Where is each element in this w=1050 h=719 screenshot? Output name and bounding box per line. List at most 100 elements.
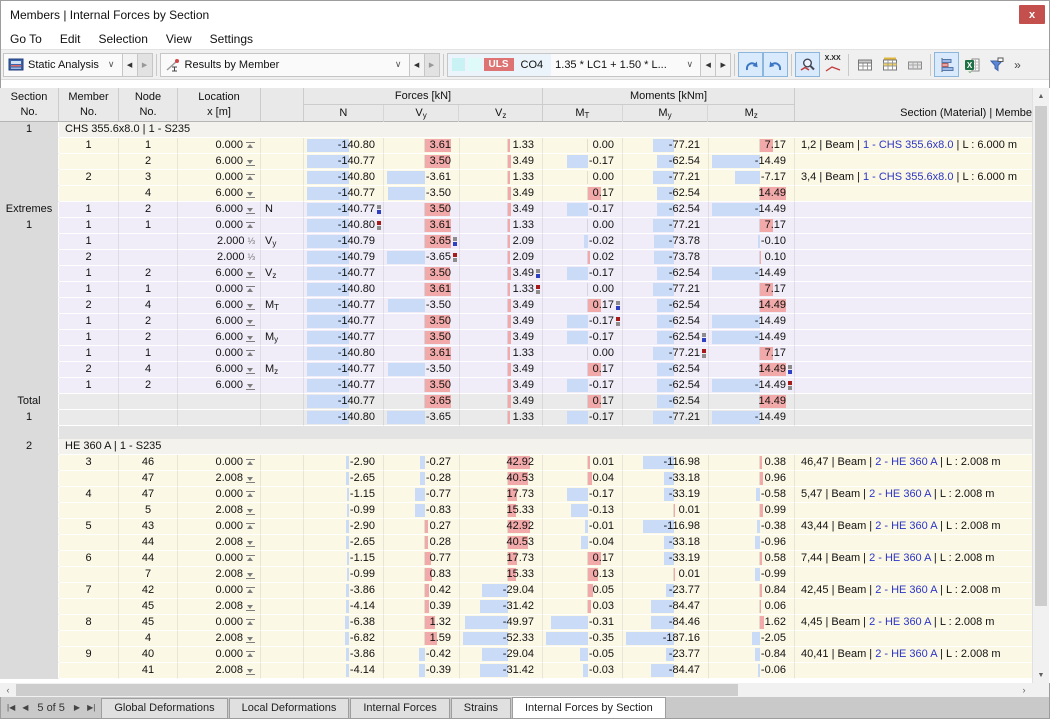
vertical-scroll-thumb[interactable] — [1035, 106, 1047, 606]
table-row[interactable]: 1 2 6.000 -140.77 3.50 3.49 -0.17 -62.54 -14.49 — [0, 378, 1032, 394]
section-no-cell — [0, 615, 59, 631]
value-cell: -2.90 — [304, 519, 384, 535]
table-row[interactable]: 9 40 0.000 -3.86 -0.42 -29.04 -0.05 -23.77 -0.84… — [0, 647, 1032, 663]
tab-internal-forces[interactable]: Internal Forces — [350, 698, 450, 718]
table-highlight-icon — [882, 57, 897, 70]
table-row[interactable]: 2 2.000 ⅓ -140.79 -3.65 2.09 0.02 -73.78 0.10 — [0, 250, 1032, 266]
table-row[interactable]: 7 2.008 -0.99 0.83 15.33 0.13 0.01 -0.99 — [0, 567, 1032, 583]
jump-previous-object-button[interactable] — [738, 52, 764, 77]
table-row[interactable]: 1 2 6.000 Vz -140.77 3.50 3.49 -0.17 -62.54 -14.4… — [0, 266, 1032, 282]
member-no-cell — [59, 186, 119, 202]
member-no-cell — [59, 410, 119, 426]
table-filter-rows-button[interactable] — [877, 52, 902, 77]
combo-next-button[interactable]: ▶ — [716, 52, 732, 77]
table-row[interactable]: 1 1 0.000 -140.80 3.61 1.33 0.00 -77.21 7.17 — [0, 346, 1032, 362]
table-row[interactable]: 1 2.000 ⅓ Vy -140.79 3.65 2.09 -0.02 -73.78 -0.10 — [0, 234, 1032, 250]
menu-view[interactable]: View — [157, 30, 201, 48]
table-row[interactable]: 5 43 0.000 -2.90 0.27 42.92 -0.01 -116.98 -0.38 4… — [0, 519, 1032, 535]
value-cell: 42.92 — [460, 519, 543, 535]
table-row[interactable]: Total -140.77 3.65 3.49 0.17 -62.54 14.49 — [0, 394, 1032, 410]
table-row[interactable]: 6 44 0.000 -1.15 0.77 17.73 0.17 -33.19 0.58 7,44… — [0, 551, 1032, 567]
table-row[interactable]: 45 2.008 -4.14 0.39 -31.42 0.03 -84.47 0.06 — [0, 599, 1032, 615]
table-row[interactable]: 1 2 6.000 -140.77 3.50 3.49 -0.17 -62.54 -14.49 — [0, 314, 1032, 330]
filter-button[interactable] — [984, 52, 1009, 77]
table-row[interactable]: 1 1 0.000 -140.80 3.61 1.33 0.00 -77.21 7.17 1,2 … — [0, 138, 1032, 154]
value-cell: 0.99 — [709, 503, 795, 519]
table-row[interactable]: 44 2.008 -2.65 0.28 40.53 -0.04 -33.18 -0.96 — [0, 535, 1032, 551]
results-dropdown[interactable]: Results by Member ∨ — [159, 52, 410, 77]
member-start-icon — [246, 553, 255, 564]
table-group-row[interactable]: 2 HE 360 A | 1 - S235 — [0, 439, 1032, 455]
menu-edit[interactable]: Edit — [51, 30, 90, 48]
jump-next-object-button[interactable] — [763, 52, 789, 77]
curved-arrow-right-icon — [769, 61, 781, 70]
location-cell: 2.008 — [178, 535, 261, 551]
result-diagram-button[interactable] — [934, 52, 960, 77]
table-row[interactable]: 8 45 0.000 -6.38 1.32 -49.97 -0.31 -84.46 1.62 4,… — [0, 615, 1032, 631]
table-row[interactable]: 2 4 6.000 MT -140.77 -3.50 3.49 0.17 -62.54 14.49 — [0, 298, 1032, 314]
table-row[interactable]: 5 2.008 -0.99 -0.83 15.33 -0.13 0.01 0.99 — [0, 503, 1032, 519]
menu-go-to[interactable]: Go To — [1, 30, 51, 48]
table-row[interactable]: 4 2.008 -6.82 1.59 -52.33 -0.35 -187.16 -2.05 — [0, 631, 1032, 647]
horizontal-scroll-thumb[interactable] — [16, 684, 738, 696]
table-row[interactable]: 1 1 0.000 -140.80 3.61 1.33 0.00 -77.21 7.17 — [0, 282, 1032, 298]
table-row[interactable]: 7 42 0.000 -3.86 0.42 -29.04 0.05 -23.77 0.84 42,… — [0, 583, 1032, 599]
close-button[interactable]: x — [1019, 5, 1045, 24]
first-table-button[interactable]: |◀ — [7, 703, 15, 712]
value-cell: -2.65 — [304, 535, 384, 551]
table-row[interactable]: 1 -140.80 -3.65 1.33 -0.17 -77.21 -14.49 — [0, 410, 1032, 426]
prev-table-button[interactable]: ◀ — [22, 703, 28, 712]
table-row[interactable]: 4 6.000 -140.77 -3.50 3.49 0.17 -62.54 14.49 — [0, 186, 1032, 202]
vertical-scrollbar[interactable]: ▲ ▼ — [1032, 88, 1049, 683]
scroll-up-icon[interactable]: ▲ — [1033, 88, 1049, 104]
table-row[interactable]: 2 6.000 -140.77 3.50 3.49 -0.17 -62.54 -14.49 — [0, 154, 1032, 170]
table-row[interactable]: Extremes 1 2 6.000 N -140.77 3.50 3.49 -0.17 -62.… — [0, 202, 1032, 218]
table-row[interactable]: 2 3 0.000 -140.80 -3.61 1.33 0.00 -77.21 -7.17 3,… — [0, 170, 1032, 186]
combo-prev-button[interactable]: ◀ — [701, 52, 717, 77]
location-cell: 0.000 — [178, 647, 261, 663]
member-no-cell: 2 — [59, 298, 119, 314]
value-cell: 14.49 — [709, 186, 795, 202]
tab-global-deformations[interactable]: Global Deformations — [101, 698, 228, 718]
table-row[interactable]: 4 47 0.000 -1.15 -0.77 17.73 -0.17 -33.19 -0.58 5… — [0, 487, 1032, 503]
menu-selection[interactable]: Selection — [90, 30, 157, 48]
tab-strains[interactable]: Strains — [450, 698, 511, 718]
tab-local-deformations[interactable]: Local Deformations — [228, 698, 350, 718]
scroll-down-icon[interactable]: ▼ — [1033, 667, 1049, 683]
load-combination-dropdown[interactable]: 1.35 * LC1 + 1.50 * L... ∨ — [551, 52, 702, 77]
table-row[interactable]: 2 4 6.000 Mz -140.77 -3.50 3.49 0.17 -62.54 14.49 — [0, 362, 1032, 378]
scroll-right-icon[interactable]: › — [1016, 685, 1032, 695]
results-next-button[interactable]: ▶ — [424, 52, 440, 77]
table-row[interactable]: 3 46 0.000 -2.90 -0.27 42.92 0.01 -116.98 0.38 46… — [0, 455, 1032, 471]
member-end-icon — [246, 505, 255, 516]
node-no-cell: 47 — [119, 471, 178, 487]
value-cell: -33.19 — [623, 551, 709, 567]
table-row[interactable]: 1 2 6.000 My -140.77 3.50 3.49 -0.17 -62.54 -14.4… — [0, 330, 1032, 346]
value-cell: 3.49 — [460, 378, 543, 394]
horizontal-scrollbar[interactable]: ‹ › — [0, 683, 1032, 697]
table-header: Section No. Member No. Node No. Location x [m] F… — [0, 88, 1032, 124]
pager-text: 5 of 5 — [37, 701, 65, 714]
last-table-button[interactable]: ▶| — [87, 703, 95, 712]
result-viewer-button[interactable] — [795, 52, 821, 77]
table-row[interactable]: 47 2.008 -2.65 -0.28 40.53 0.04 -33.18 0.96 — [0, 471, 1032, 487]
menu-settings[interactable]: Settings — [201, 30, 262, 48]
member-start-icon — [246, 284, 255, 295]
node-no-cell: 4 — [119, 362, 178, 378]
table-row[interactable]: 41 2.008 -4.14 -0.39 -31.42 -0.03 -84.47 -0.06 — [0, 663, 1032, 679]
analysis-prev-button[interactable]: ◀ — [122, 52, 138, 77]
table-row[interactable]: 1 1 1 0.000 -140.80 3.61 1.33 0.00 -77.21 7.17 — [0, 218, 1032, 234]
tab-internal-forces-by-section[interactable]: Internal Forces by Section — [512, 697, 666, 718]
results-prev-button[interactable]: ◀ — [409, 52, 425, 77]
toolbar-overflow-chevron[interactable]: » — [1009, 58, 1026, 72]
table-collapse-button[interactable] — [902, 52, 927, 77]
export-excel-button[interactable]: X — [959, 52, 984, 77]
table-group-row[interactable]: 1 CHS 355.6x8.0 | 1 - S235 — [0, 122, 1032, 138]
next-table-button[interactable]: ▶ — [74, 703, 80, 712]
scroll-left-icon[interactable]: ‹ — [0, 685, 16, 695]
analysis-next-button[interactable]: ▶ — [137, 52, 153, 77]
result-values-button[interactable]: X.XX — [820, 52, 845, 77]
value-cell: -14.49 — [709, 266, 795, 282]
analysis-dropdown[interactable]: Static Analysis ∨ — [3, 52, 123, 77]
table-view-button[interactable] — [852, 52, 877, 77]
